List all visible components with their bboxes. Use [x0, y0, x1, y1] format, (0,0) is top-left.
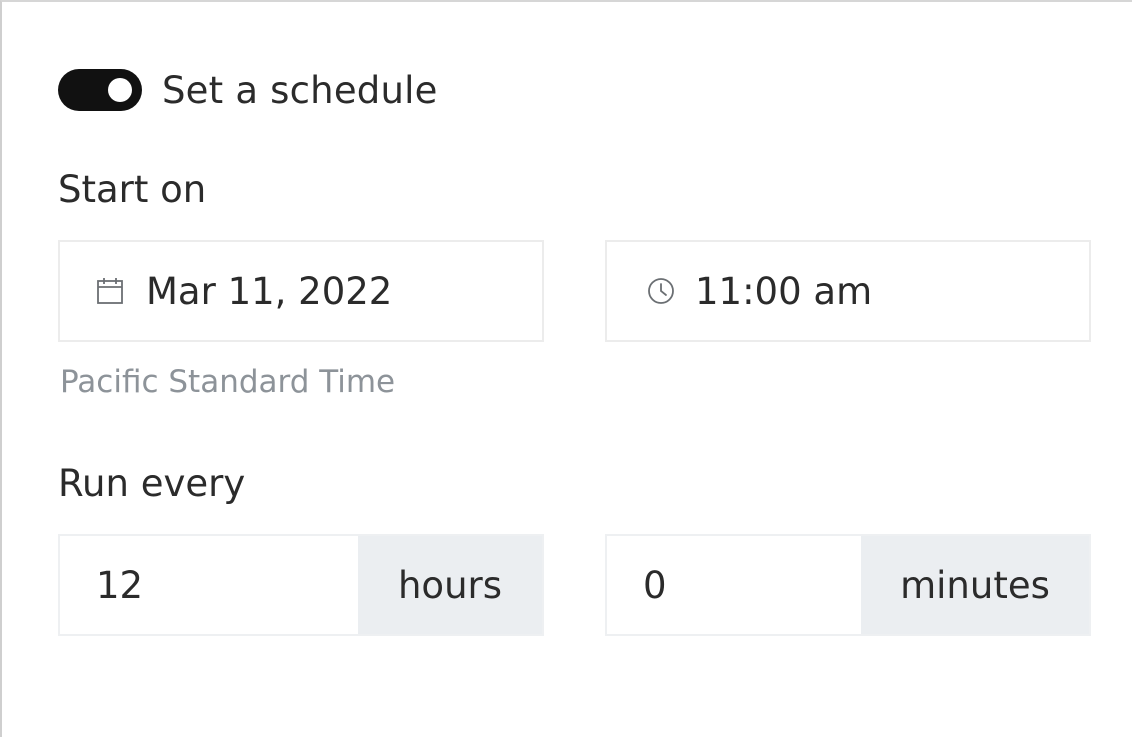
- hours-unit-addon: hours: [358, 536, 542, 634]
- minutes-field[interactable]: 0 minutes: [605, 534, 1091, 636]
- hours-field[interactable]: 12 hours: [58, 534, 544, 636]
- minutes-input[interactable]: 0: [607, 536, 861, 634]
- hours-input[interactable]: 12: [60, 536, 358, 634]
- calendar-icon: [94, 275, 126, 307]
- run-every-label: Run every: [58, 462, 246, 505]
- date-picker-field[interactable]: Mar 11, 2022: [58, 240, 544, 342]
- schedule-panel: Set a schedule Start on Mar 11, 2022 11:…: [0, 0, 1132, 737]
- time-picker-field[interactable]: 11:00 am: [605, 240, 1091, 342]
- clock-icon: [645, 275, 677, 307]
- time-value: 11:00 am: [695, 269, 873, 313]
- start-on-label: Start on: [58, 168, 207, 211]
- minutes-unit-addon: minutes: [861, 536, 1089, 634]
- schedule-toggle-row[interactable]: Set a schedule: [58, 64, 438, 116]
- date-value: Mar 11, 2022: [146, 269, 393, 313]
- timezone-helper: Pacific Standard Time: [60, 364, 396, 400]
- schedule-toggle-label: Set a schedule: [162, 68, 438, 112]
- toggle-knob: [108, 78, 132, 102]
- schedule-toggle[interactable]: [58, 69, 142, 111]
